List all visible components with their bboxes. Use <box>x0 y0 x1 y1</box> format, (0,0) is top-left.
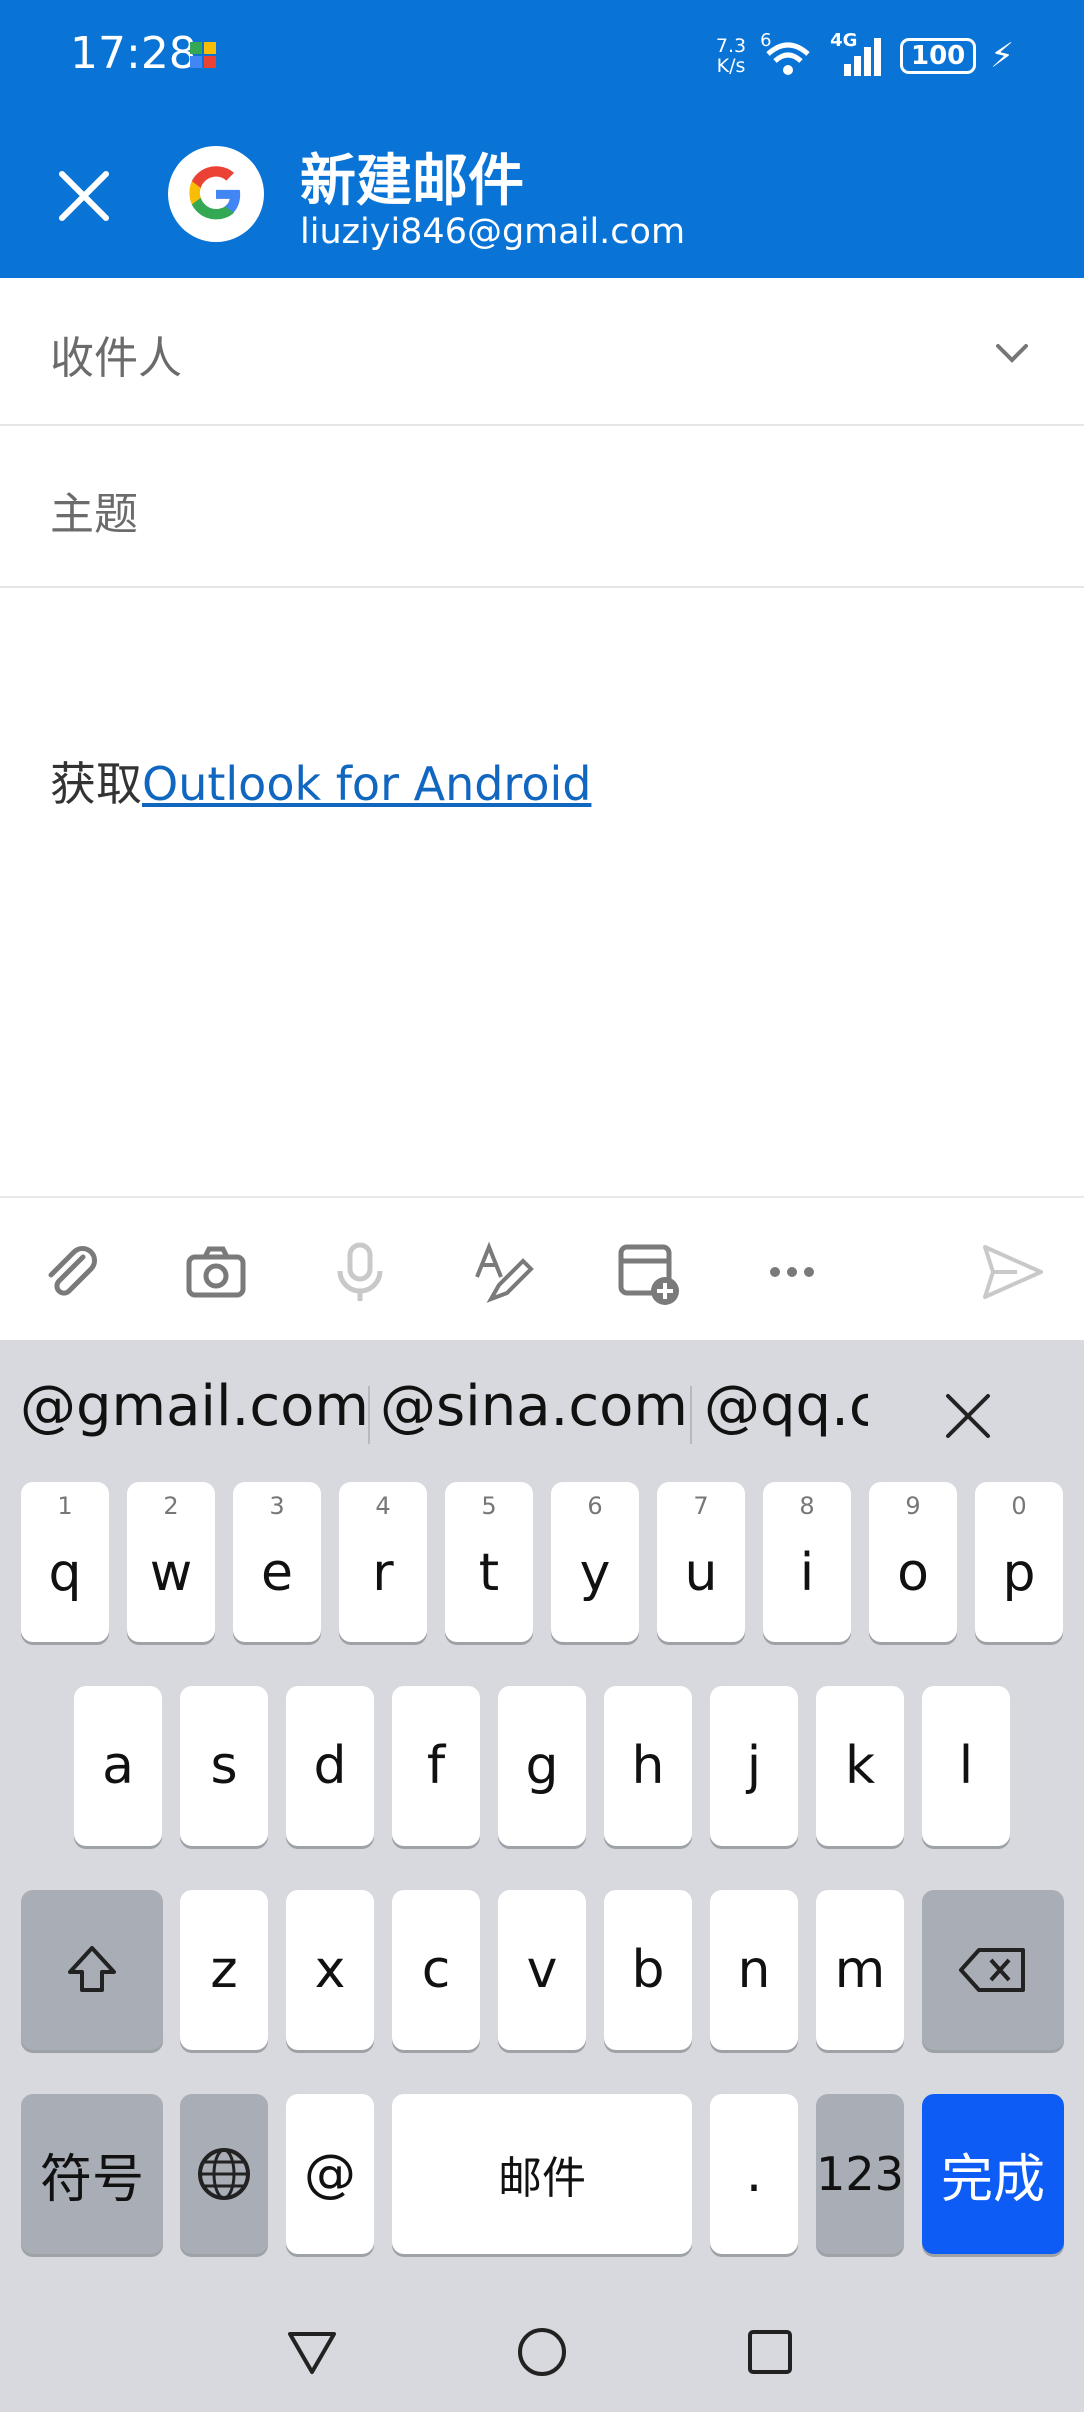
system-nav-bar <box>0 2292 1084 2412</box>
key-s[interactable]: s <box>180 1686 268 1846</box>
subject-label: 主题 <box>50 489 138 540</box>
google-logo-icon <box>189 166 241 220</box>
account-avatar[interactable] <box>168 146 264 242</box>
subject-field[interactable]: 主题 <box>0 426 1084 588</box>
key-h[interactable]: h <box>604 1686 692 1846</box>
cell-signal-icon: 4G <box>830 30 886 78</box>
suggestion-gmail[interactable]: @gmail.com <box>20 1374 369 1439</box>
back-icon[interactable] <box>282 2322 342 2382</box>
paperclip-icon[interactable] <box>32 1232 112 1312</box>
recents-icon[interactable] <box>740 2322 800 2382</box>
suggestion-qq[interactable]: @qq.c <box>700 1340 868 1470</box>
key-f[interactable]: f <box>392 1686 480 1846</box>
outlook-link[interactable]: Outlook for Android <box>142 757 591 811</box>
key-i[interactable]: 8i <box>763 1482 851 1642</box>
divider <box>368 1386 370 1444</box>
calendar-add-icon[interactable] <box>608 1232 688 1312</box>
backspace-icon <box>959 1948 1025 1992</box>
app-notification-icon <box>190 42 216 68</box>
status-time: 17:28 <box>70 28 197 79</box>
symbols-key[interactable]: 符号 <box>21 2094 163 2254</box>
key-r[interactable]: 4r <box>339 1482 427 1642</box>
body-text: 获取 <box>50 757 142 811</box>
soft-keyboard: @gmail.com @sina.com @qq.c 1q 2w 3e 4r 5… <box>0 1340 1084 2292</box>
app-header: 17:28 7.3 K/s 6 4G 100 ⚡ 新建邮件 liuziyi846… <box>0 0 1084 278</box>
shift-icon <box>68 1946 116 1992</box>
close-suggestions-icon[interactable] <box>928 1376 1008 1456</box>
key-b[interactable]: b <box>604 1890 692 2050</box>
text-format-icon[interactable] <box>464 1232 544 1312</box>
message-body[interactable]: 获取Outlook for Android <box>50 748 591 814</box>
language-key[interactable] <box>180 2094 268 2254</box>
key-u[interactable]: 7u <box>657 1482 745 1642</box>
key-y[interactable]: 6y <box>551 1482 639 1642</box>
battery-indicator: 100 <box>900 38 977 74</box>
globe-icon <box>198 2148 250 2200</box>
suggestion-bar: @gmail.com @sina.com @qq.c <box>0 1340 1084 1470</box>
key-d[interactable]: d <box>286 1686 374 1846</box>
divider <box>690 1386 692 1444</box>
key-z[interactable]: z <box>180 1890 268 2050</box>
numbers-key[interactable]: 123 <box>816 2094 904 2254</box>
close-icon[interactable] <box>48 160 120 232</box>
to-label: 收件人 <box>50 333 182 384</box>
to-field[interactable]: 收件人 <box>0 278 1084 426</box>
key-n[interactable]: n <box>710 1890 798 2050</box>
key-x[interactable]: x <box>286 1890 374 2050</box>
key-c[interactable]: c <box>392 1890 480 2050</box>
at-key[interactable]: @ <box>286 2094 374 2254</box>
key-o[interactable]: 9o <box>869 1482 957 1642</box>
charging-icon: ⚡ <box>990 36 1014 76</box>
status-indicators: 7.3 K/s 6 4G 100 ⚡ <box>716 28 1014 84</box>
microphone-icon[interactable] <box>320 1232 400 1312</box>
key-t[interactable]: 5t <box>445 1482 533 1642</box>
key-k[interactable]: k <box>816 1686 904 1846</box>
status-bar: 17:28 7.3 K/s 6 4G 100 ⚡ <box>0 0 1084 110</box>
wifi-icon: 6 <box>760 30 816 78</box>
compose-toolbar <box>0 1196 1084 1340</box>
network-speed: 7.3 K/s <box>715 35 747 77</box>
camera-icon[interactable] <box>176 1232 256 1312</box>
suggestion-sina[interactable]: @sina.com <box>380 1374 688 1439</box>
key-m[interactable]: m <box>816 1890 904 2050</box>
key-q[interactable]: 1q <box>21 1482 109 1642</box>
chevron-down-icon[interactable] <box>990 330 1034 374</box>
page-title: 新建邮件 <box>300 149 524 214</box>
done-key[interactable]: 完成 <box>922 2094 1064 2254</box>
shift-key[interactable] <box>21 1890 163 2050</box>
backspace-key[interactable] <box>922 1890 1064 2050</box>
account-email[interactable]: liuziyi846@gmail.com <box>300 212 685 252</box>
send-icon[interactable] <box>972 1232 1052 1312</box>
period-key[interactable]: . <box>710 2094 798 2254</box>
key-v[interactable]: v <box>498 1890 586 2050</box>
key-g[interactable]: g <box>498 1686 586 1846</box>
space-key[interactable]: 邮件 <box>392 2094 692 2254</box>
key-w[interactable]: 2w <box>127 1482 215 1642</box>
key-j[interactable]: j <box>710 1686 798 1846</box>
key-a[interactable]: a <box>74 1686 162 1846</box>
more-icon[interactable] <box>752 1232 832 1312</box>
key-p[interactable]: 0p <box>975 1482 1063 1642</box>
key-e[interactable]: 3e <box>233 1482 321 1642</box>
key-l[interactable]: l <box>922 1686 1010 1846</box>
home-icon[interactable] <box>512 2322 572 2382</box>
